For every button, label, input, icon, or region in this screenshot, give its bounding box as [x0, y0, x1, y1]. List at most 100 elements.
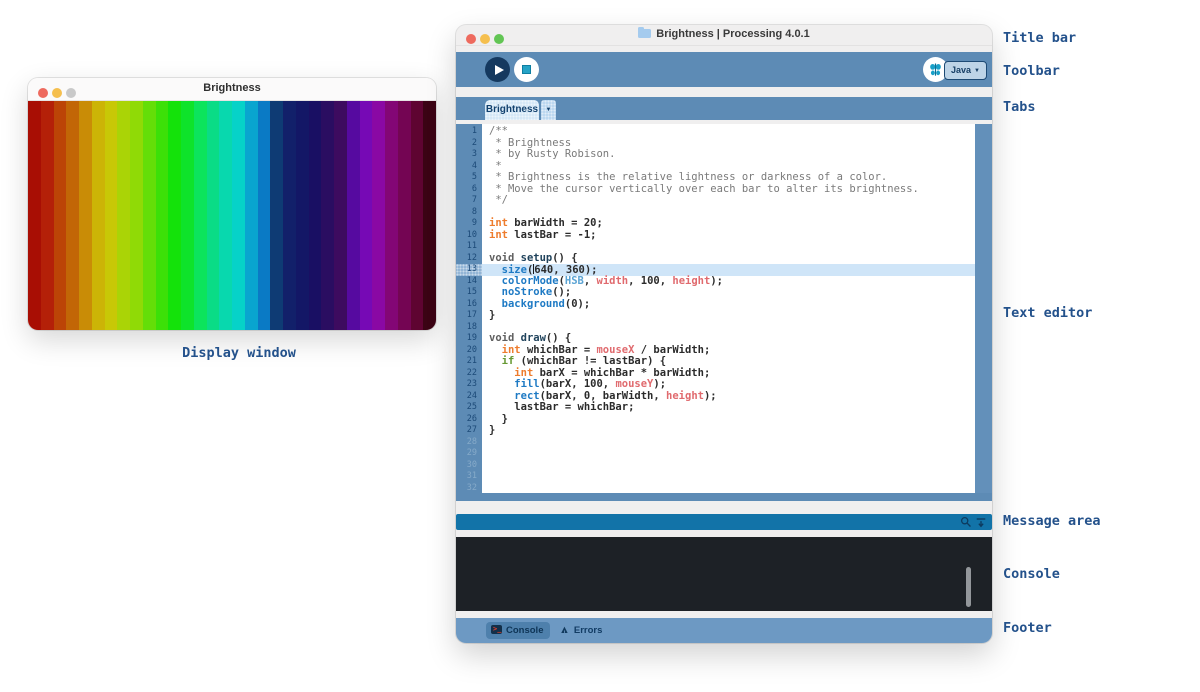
line-number: 25 — [456, 402, 482, 414]
color-bar — [385, 101, 398, 330]
editor-code[interactable]: /** * Brightness * by Rusty Robison. * *… — [482, 124, 975, 493]
play-icon — [495, 65, 504, 75]
color-bar — [372, 101, 385, 330]
line-number: 9 — [456, 218, 482, 230]
line-number: 14 — [456, 276, 482, 288]
display-window: Brightness — [28, 78, 436, 330]
line-number: 5 — [456, 172, 482, 184]
color-bar — [334, 101, 347, 330]
line-number: 6 — [456, 184, 482, 196]
color-bar — [283, 101, 296, 330]
line-number: 13 — [456, 264, 482, 276]
ide-window-title: Brightness | Processing 4.0.1 — [456, 28, 992, 40]
code-line[interactable]: int lastBar = -1; — [482, 230, 975, 242]
color-bar — [360, 101, 373, 330]
line-number: 23 — [456, 379, 482, 391]
annotation-message-area: Message area — [1003, 513, 1101, 529]
mode-selector[interactable]: Java▼ — [944, 61, 987, 80]
code-line[interactable] — [482, 483, 975, 494]
toolbar: Java▼ — [456, 52, 992, 87]
code-line[interactable]: } — [482, 414, 975, 426]
line-number: 29 — [456, 448, 482, 460]
color-bar — [411, 101, 424, 330]
console-output[interactable] — [456, 537, 992, 611]
color-bar — [270, 101, 283, 330]
chevron-down-icon: ▼ — [974, 68, 980, 74]
annotation-tabs: Tabs — [1003, 99, 1036, 115]
line-number: 11 — [456, 241, 482, 253]
display-window-title: Brightness — [28, 82, 436, 94]
annotation-display-window: Display window — [182, 345, 296, 361]
editor-horizontal-scrollbar[interactable] — [456, 493, 992, 501]
search-icon[interactable] — [960, 516, 972, 528]
code-line[interactable] — [482, 448, 975, 460]
color-bar — [79, 101, 92, 330]
console-scrollbar[interactable] — [966, 567, 971, 607]
run-button[interactable] — [485, 57, 510, 82]
display-window-titlebar[interactable]: Brightness — [28, 78, 436, 101]
line-number: 18 — [456, 322, 482, 334]
line-number: 2 — [456, 138, 482, 150]
line-number: 7 — [456, 195, 482, 207]
color-bar — [92, 101, 105, 330]
color-bar — [181, 101, 194, 330]
code-line[interactable]: } — [482, 310, 975, 322]
editor-gutter: 1234567891011121314151617181920212223242… — [456, 124, 482, 493]
editor-vertical-scrollbar[interactable] — [975, 124, 992, 493]
line-number: 22 — [456, 368, 482, 380]
clear-console-icon[interactable] — [975, 516, 987, 528]
stop-icon — [522, 65, 531, 74]
color-bar — [143, 101, 156, 330]
code-line[interactable] — [482, 437, 975, 449]
color-bar — [130, 101, 143, 330]
color-bar — [54, 101, 67, 330]
code-line[interactable]: * by Rusty Robison. — [482, 149, 975, 161]
debug-butterfly-icon — [928, 62, 943, 77]
line-number: 15 — [456, 287, 482, 299]
code-line[interactable]: background(0); — [482, 299, 975, 311]
line-number: 30 — [456, 460, 482, 472]
line-number: 27 — [456, 425, 482, 437]
line-number: 31 — [456, 471, 482, 483]
line-number: 20 — [456, 345, 482, 357]
code-line[interactable] — [482, 471, 975, 483]
color-bar — [258, 101, 271, 330]
annotation-text-editor: Text editor — [1003, 305, 1092, 321]
line-number: 17 — [456, 310, 482, 322]
annotation-console: Console — [1003, 566, 1060, 582]
console-tab-button[interactable]: >_Console — [486, 622, 550, 639]
color-bar — [168, 101, 181, 330]
color-bar — [232, 101, 245, 330]
tab-menu-button[interactable]: ▼ — [541, 100, 556, 120]
errors-tab-button[interactable]: ▲!Errors — [559, 622, 602, 639]
line-number: 21 — [456, 356, 482, 368]
line-number: 3 — [456, 149, 482, 161]
color-bar — [321, 101, 334, 330]
tabs-bar: Brightness ▼ — [456, 97, 992, 120]
line-number: 19 — [456, 333, 482, 345]
color-bar — [296, 101, 309, 330]
screenshot-canvas: Brightness Display window Brightness | P… — [0, 0, 1200, 692]
color-bars-canvas[interactable] — [28, 101, 436, 330]
color-bar — [219, 101, 232, 330]
line-number: 26 — [456, 414, 482, 426]
code-line[interactable]: */ — [482, 195, 975, 207]
stop-button[interactable] — [514, 57, 539, 82]
code-line[interactable]: } — [482, 425, 975, 437]
tab-brightness[interactable]: Brightness — [485, 100, 539, 120]
line-number: 12 — [456, 253, 482, 265]
code-line[interactable]: lastBar = whichBar; — [482, 402, 975, 414]
line-number: 4 — [456, 161, 482, 173]
processing-ide-window: Brightness | Processing 4.0.1 Java▼ — [456, 25, 992, 643]
line-number: 10 — [456, 230, 482, 242]
warning-icon: ▲! — [559, 622, 570, 639]
code-line[interactable] — [482, 460, 975, 472]
ide-titlebar[interactable]: Brightness | Processing 4.0.1 — [456, 25, 992, 46]
color-bar — [41, 101, 54, 330]
text-editor: 1234567891011121314151617181920212223242… — [456, 124, 992, 493]
line-number: 28 — [456, 437, 482, 449]
annotation-footer: Footer — [1003, 620, 1052, 636]
code-line[interactable]: * Move the cursor vertically over each b… — [482, 184, 975, 196]
color-bar — [207, 101, 220, 330]
code-line[interactable]: void setup() { — [482, 253, 975, 265]
